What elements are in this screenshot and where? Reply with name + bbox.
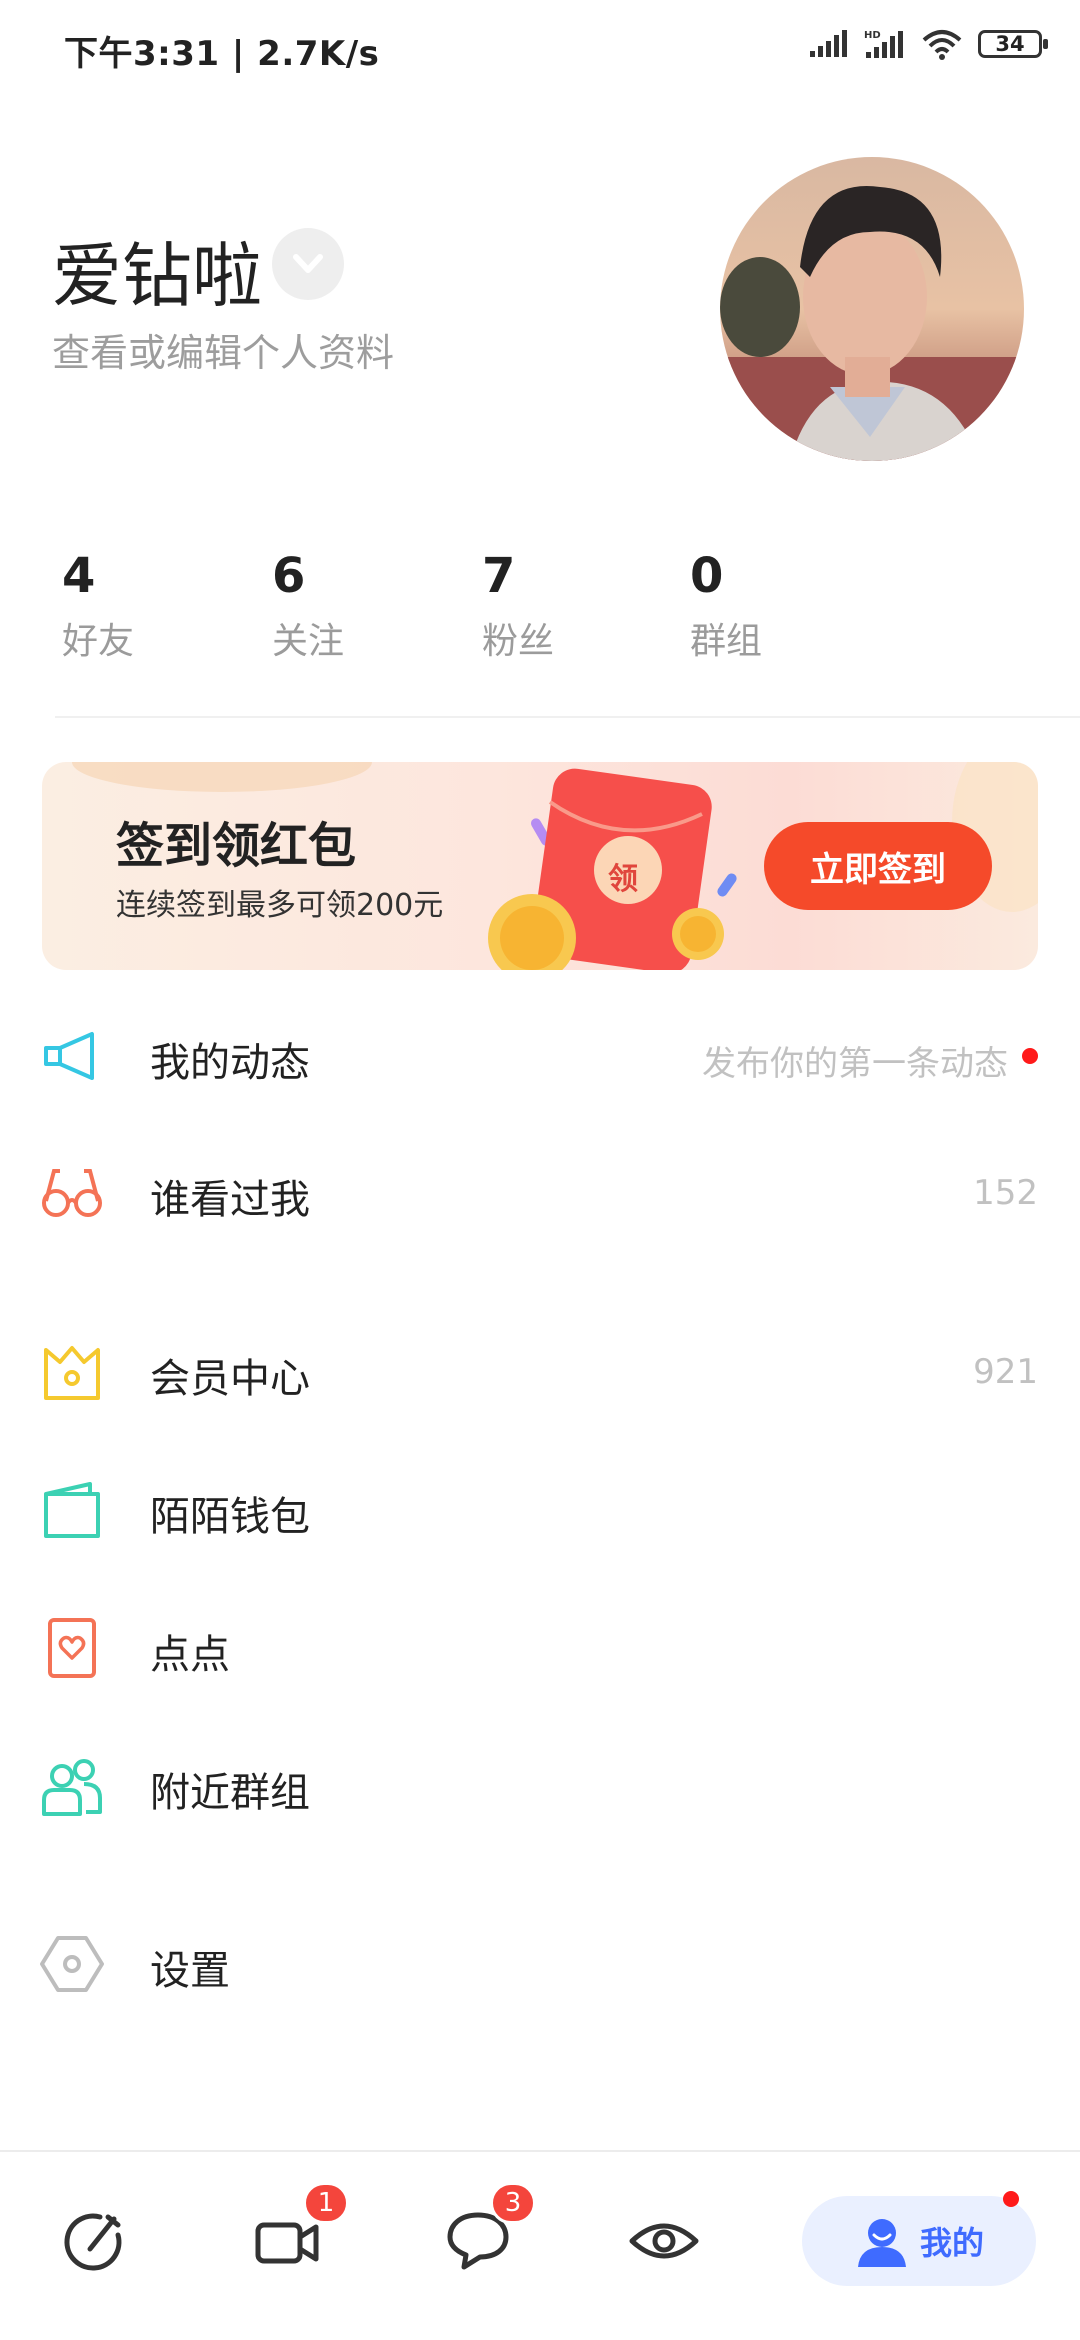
compose-icon	[64, 2213, 122, 2271]
svg-text:HD: HD	[864, 30, 881, 41]
megaphone-icon	[44, 1032, 94, 1080]
stat-friends[interactable]: 4 好友	[62, 548, 222, 664]
profile-name[interactable]: 爱钻啦	[52, 220, 262, 321]
stat-following-label: 关注	[272, 621, 345, 662]
checkin-banner[interactable]: 领 签到领红包 连续签到最多可领200元 立即签到	[42, 762, 1038, 970]
stat-groups-value: 0	[690, 548, 724, 604]
nav-mine[interactable]: 我的	[802, 2196, 1036, 2286]
mine-notification-dot	[1003, 2191, 1019, 2207]
menu-label-membership: 会员中心	[150, 1356, 310, 1402]
menu-item-membership[interactable]: 会员中心 921	[0, 1316, 1080, 1426]
menu-item-wallet[interactable]: 陌陌钱包	[0, 1454, 1080, 1564]
stat-fans[interactable]: 7 粉丝	[482, 548, 642, 664]
eye-icon	[629, 2223, 699, 2259]
people-icon	[42, 1759, 102, 1816]
wifi-icon	[922, 30, 962, 60]
crown-icon	[44, 1346, 100, 1400]
user-avatar-icon	[857, 2219, 906, 2267]
wallet-icon	[44, 1482, 100, 1538]
menu-item-my-posts[interactable]: 我的动态 发布你的第一条动态	[0, 1000, 1080, 1110]
stat-following[interactable]: 6 关注	[272, 548, 432, 664]
menu-label-visitors: 谁看过我	[150, 1177, 310, 1223]
menu-item-settings[interactable]: 设置	[0, 1908, 1080, 2018]
stat-friends-label: 好友	[62, 621, 135, 662]
settings-hexagon-icon	[40, 1936, 104, 1992]
nav-discover[interactable]	[628, 2205, 700, 2277]
menu-hint-my-posts: 发布你的第一条动态	[702, 1044, 1008, 1084]
menu-count-visitors: 152	[973, 1173, 1038, 1213]
edit-profile-link[interactable]: 查看或编辑个人资料	[52, 322, 394, 377]
checkin-button[interactable]: 立即签到	[764, 822, 992, 910]
video-badge: 1	[303, 2182, 349, 2224]
signal-hd-icon: HD	[864, 30, 903, 58]
verified-badge-icon[interactable]	[272, 228, 344, 300]
chevron-down-icon	[293, 254, 323, 273]
menu-label-nearby-groups: 附近群组	[150, 1770, 310, 1816]
messages-badge: 3	[490, 2182, 536, 2224]
menu-label-settings: 设置	[150, 1948, 230, 1994]
banner-title: 签到领红包	[116, 818, 357, 874]
stat-groups-label: 群组	[690, 621, 763, 662]
glasses-icon	[42, 1169, 102, 1217]
banner-subtitle: 连续签到最多可领200元	[116, 888, 444, 923]
menu-item-visitors[interactable]: 谁看过我 152	[0, 1137, 1080, 1247]
menu-item-nearby-groups[interactable]: 附近群组	[0, 1730, 1080, 1840]
stat-friends-value: 4	[62, 548, 96, 604]
menu-item-diandian[interactable]: 点点	[0, 1592, 1080, 1702]
heart-card-icon	[48, 1618, 96, 1678]
notification-dot	[1022, 1048, 1038, 1064]
stat-groups[interactable]: 0 群组	[690, 548, 850, 664]
stat-fans-value: 7	[482, 548, 516, 604]
bottom-nav-divider	[0, 2150, 1080, 2152]
battery-indicator: 34	[978, 30, 1048, 58]
nav-mine-label: 我的	[919, 2224, 984, 2262]
nav-compose[interactable]	[60, 2205, 132, 2277]
signal-icon	[810, 30, 847, 57]
menu-label-wallet: 陌陌钱包	[150, 1494, 310, 1540]
avatar[interactable]	[720, 157, 1024, 461]
menu-count-membership: 921	[973, 1352, 1038, 1392]
stat-fans-label: 粉丝	[482, 621, 555, 662]
status-icons: HD 34	[808, 28, 1048, 60]
stat-following-value: 6	[272, 548, 306, 604]
menu-label-diandian: 点点	[150, 1632, 230, 1678]
status-time: 下午3:31 | 2.7K/s	[64, 34, 380, 74]
divider	[55, 716, 1080, 718]
envelope-text: 领	[608, 862, 638, 897]
menu-label-my-posts: 我的动态	[150, 1040, 310, 1086]
